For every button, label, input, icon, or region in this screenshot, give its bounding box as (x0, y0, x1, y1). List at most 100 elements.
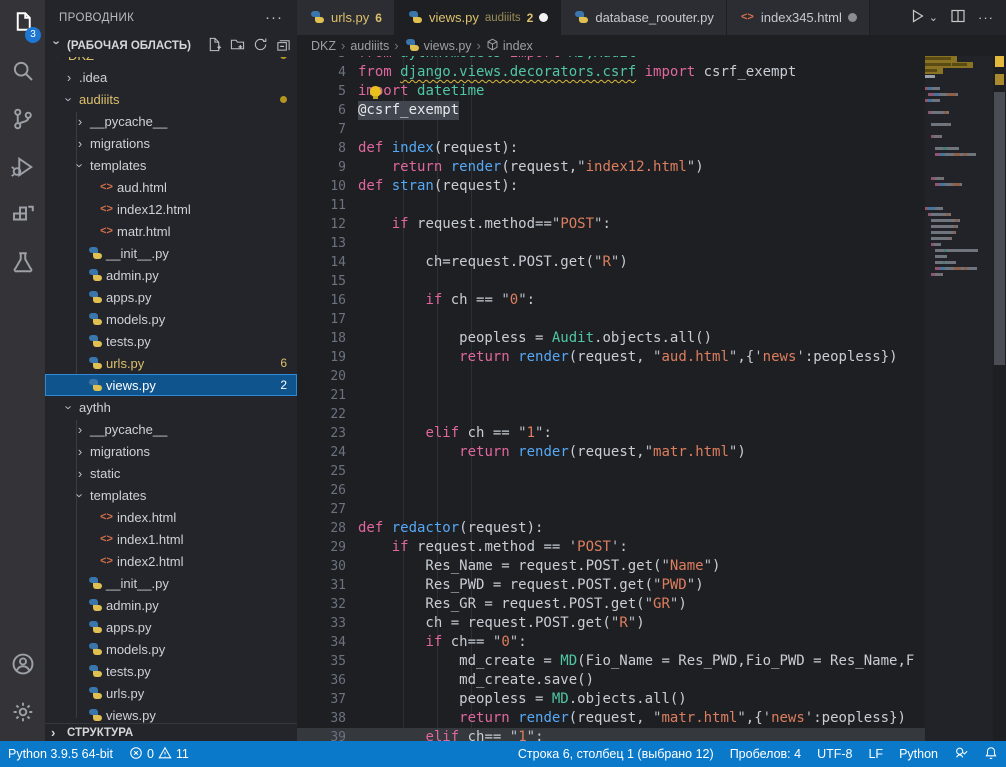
cursor-position-status[interactable]: Строка 6, столбец 1 (выбрано 12) (510, 747, 722, 761)
notifications-button[interactable] (976, 746, 1006, 763)
code-line-26[interactable]: 26 (297, 481, 925, 500)
eol-status[interactable]: LF (860, 747, 891, 761)
refresh-icon[interactable] (253, 37, 268, 55)
code-line-9[interactable]: 9 return render(request,"index12.html") (297, 158, 925, 177)
code-line-11[interactable]: 11 (297, 196, 925, 215)
code-line-33[interactable]: 33 ch = request.POST.get("R") (297, 614, 925, 633)
tab-urls-py[interactable]: urls.py6 (297, 0, 395, 35)
code-line-21[interactable]: 21 (297, 386, 925, 405)
tree-item-static[interactable]: ›static (45, 462, 297, 484)
testing-activity-button[interactable] (0, 240, 45, 288)
code-line-19[interactable]: 19 return render(request, "aud.html",{'n… (297, 348, 925, 367)
tree-item-models-py[interactable]: ›models.py (45, 638, 297, 660)
code-line-31[interactable]: 31 Res_PWD = request.POST.get("PWD") (297, 576, 925, 595)
code-line-13[interactable]: 13 (297, 234, 925, 253)
tree-item-index1-html[interactable]: ›<>index1.html (45, 528, 297, 550)
run-icon[interactable] (909, 8, 925, 27)
search-activity-button[interactable] (0, 48, 45, 96)
breadcrumb-item-audiiits[interactable]: audiiits (350, 39, 389, 53)
code-line-10[interactable]: 10def stran(request): (297, 177, 925, 196)
code-line-34[interactable]: 34 if ch== "0": (297, 633, 925, 652)
explorer-activity-button[interactable]: 3 (0, 0, 45, 48)
extensions-activity-button[interactable] (0, 192, 45, 240)
code-line-39[interactable]: 39 elif ch== "1": (297, 728, 925, 741)
code-line-22[interactable]: 22 (297, 405, 925, 424)
new-file-icon[interactable] (207, 37, 222, 55)
code-line-32[interactable]: 32 Res_GR = request.POST.get("GR") (297, 595, 925, 614)
explorer-more-actions-icon[interactable]: ··· (265, 9, 283, 26)
tree-item-templates[interactable]: ›templates (45, 154, 297, 176)
code-line-18[interactable]: 18 peopless = Audit.objects.all() (297, 329, 925, 348)
tree-item-matr-html[interactable]: ›<>matr.html (45, 220, 297, 242)
tab-index345-html[interactable]: <>index345.html (727, 0, 870, 35)
breadcrumb-item-views-py[interactable]: views.py (404, 38, 472, 53)
code-line-12[interactable]: 12 if request.method=="POST": (297, 215, 925, 234)
run-dropdown-chevron-icon[interactable]: ⌄ (929, 11, 938, 24)
tab-database-roouter-py[interactable]: database_roouter.py (561, 0, 727, 35)
code-line-25[interactable]: 25 (297, 462, 925, 481)
tree-item-migrations[interactable]: ›migrations (45, 440, 297, 462)
tree-item-index12-html[interactable]: ›<>index12.html (45, 198, 297, 220)
account-button[interactable] (0, 641, 45, 689)
tree-item-aythh[interactable]: ›aythh (45, 396, 297, 418)
code-line-6[interactable]: 6@csrf_exempt (297, 101, 925, 120)
tree-item--pycache-[interactable]: ›__pycache__ (45, 418, 297, 440)
tree-item--init-py[interactable]: ›__init__.py (45, 572, 297, 594)
code-line-28[interactable]: 28def redactor(request): (297, 519, 925, 538)
source-control-activity-button[interactable] (0, 96, 45, 144)
code-line-16[interactable]: 16 if ch == "0": (297, 291, 925, 310)
scrollbar-thumb[interactable] (994, 92, 1005, 365)
tree-item--pycache-[interactable]: ›__pycache__ (45, 110, 297, 132)
run-debug-activity-button[interactable] (0, 144, 45, 192)
code-line-27[interactable]: 27 (297, 500, 925, 519)
workspace-section-header[interactable]: › (РАБОЧАЯ ОБЛАСТЬ) ... (45, 35, 297, 57)
code-line-4[interactable]: 4from django.views.decorators.csrf impor… (297, 63, 925, 82)
tree-item-index2-html[interactable]: ›<>index2.html (45, 550, 297, 572)
tree-item-templates[interactable]: ›templates (45, 484, 297, 506)
new-folder-icon[interactable] (230, 37, 245, 55)
tree-item-urls-py[interactable]: ›urls.py (45, 682, 297, 704)
tree-item-urls-py[interactable]: ›urls.py6 (45, 352, 297, 374)
code-line-15[interactable]: 15 (297, 272, 925, 291)
tree-item-views-py[interactable]: ›views.py2 (45, 374, 297, 396)
code-line-35[interactable]: 35 md_create = MD(Fio_Name = Res_PWD,Fio… (297, 652, 925, 671)
tree-item-apps-py[interactable]: ›apps.py (45, 286, 297, 308)
code-line-8[interactable]: 8def index(request): (297, 139, 925, 158)
more-actions-icon[interactable]: ··· (978, 10, 994, 25)
code-line-38[interactable]: 38 return render(request, "matr.html",{'… (297, 709, 925, 728)
encoding-status[interactable]: UTF-8 (809, 747, 860, 761)
code-area[interactable]: 3from aythh.models import MD,Audit4from … (297, 44, 925, 741)
lightbulb-icon[interactable] (370, 86, 381, 97)
tree-item-tests-py[interactable]: ›tests.py (45, 330, 297, 352)
outline-section-header[interactable]: › СТРУКТУРА (45, 723, 297, 741)
tab-views-py[interactable]: views.pyaudiiits2 (395, 0, 561, 35)
editor-scrollbar[interactable] (993, 35, 1006, 741)
code-line-36[interactable]: 36 md_create.save() (297, 671, 925, 690)
code-line-5[interactable]: 5import datetime (297, 82, 925, 101)
split-editor-icon[interactable] (950, 8, 966, 27)
tree-item-admin-py[interactable]: ›admin.py (45, 594, 297, 616)
code-line-17[interactable]: 17 (297, 310, 925, 329)
tree-item-index-html[interactable]: ›<>index.html (45, 506, 297, 528)
tree-item-migrations[interactable]: ›migrations (45, 132, 297, 154)
language-mode-status[interactable]: Python (891, 747, 946, 761)
tree-item-tests-py[interactable]: ›tests.py (45, 660, 297, 682)
code-line-37[interactable]: 37 peopless = MD.objects.all() (297, 690, 925, 709)
collapse-all-icon[interactable] (276, 37, 291, 55)
tree-item-admin-py[interactable]: ›admin.py (45, 264, 297, 286)
code-line-24[interactable]: 24 return render(request,"matr.html") (297, 443, 925, 462)
python-interpreter-status[interactable]: Python 3.9.5 64-bit (0, 741, 121, 767)
tree-item-apps-py[interactable]: ›apps.py (45, 616, 297, 638)
settings-button[interactable] (0, 689, 45, 737)
breadcrumb-item-index[interactable]: index (486, 38, 533, 54)
code-line-20[interactable]: 20 (297, 367, 925, 386)
breadcrumb-item-dkz[interactable]: DKZ (311, 39, 336, 53)
tree-item--idea[interactable]: ›.idea (45, 66, 297, 88)
tree-item-models-py[interactable]: ›models.py (45, 308, 297, 330)
tree-item--init-py[interactable]: ›__init__.py (45, 242, 297, 264)
code-line-23[interactable]: 23 elif ch == "1": (297, 424, 925, 443)
code-line-29[interactable]: 29 if request.method == 'POST': (297, 538, 925, 557)
problems-status[interactable]: 0 11 (121, 741, 197, 767)
code-line-7[interactable]: 7 (297, 120, 925, 139)
feedback-button[interactable] (946, 746, 976, 763)
